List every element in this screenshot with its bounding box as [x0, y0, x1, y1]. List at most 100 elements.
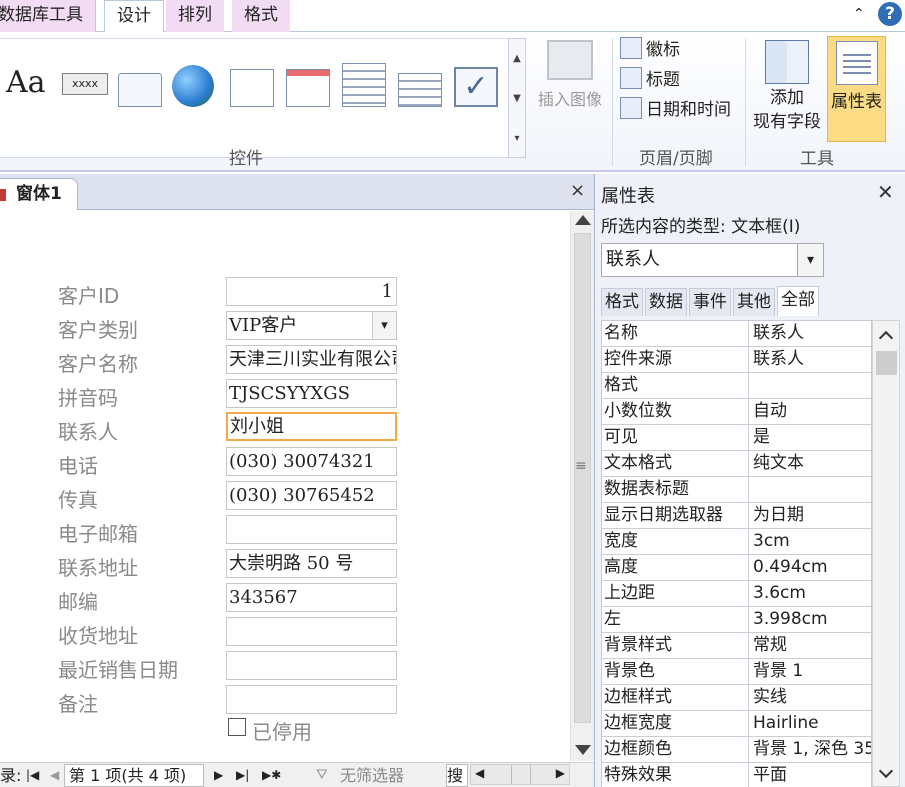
property-row[interactable]: 上边距 3.6cm	[602, 581, 871, 607]
last-record-icon[interactable]: ▶|	[236, 763, 249, 787]
property-row[interactable]: 显示日期选取器 为日期	[602, 503, 871, 529]
field-email[interactable]	[226, 515, 397, 544]
property-value[interactable]: 为日期	[748, 503, 871, 528]
property-value[interactable]	[748, 477, 871, 502]
button-control-icon[interactable]: xxxx	[62, 73, 108, 95]
field-address[interactable]: 大崇明路 50 号	[226, 549, 397, 578]
gallery-more-icon[interactable]: ▾	[509, 119, 525, 159]
form-horizontal-scrollbar[interactable]: ◀ ▶	[470, 764, 570, 785]
navigation-control-icon[interactable]	[286, 69, 330, 107]
property-row[interactable]: 控件来源 联系人	[602, 347, 871, 373]
property-row[interactable]: 格式	[602, 373, 871, 399]
field-notes[interactable]	[226, 685, 397, 714]
field-pinyin[interactable]: TJSCSYYXGS	[226, 379, 397, 408]
property-value[interactable]: 背景 1, 深色 35%	[748, 737, 871, 762]
gallery-up-icon[interactable]: ▲	[509, 39, 525, 79]
tab-control-icon[interactable]	[118, 73, 162, 107]
scroll-thumb[interactable]	[876, 351, 897, 375]
property-sheet-button[interactable]: 属性表	[827, 36, 886, 142]
current-record-box[interactable]: 第 1 项(共 4 项)	[64, 764, 204, 787]
no-filter-indicator[interactable]: 无筛选器	[340, 763, 404, 787]
form-vertical-scrollbar[interactable]	[570, 211, 594, 761]
new-record-icon[interactable]: ▶✱	[262, 763, 281, 787]
search-input[interactable]: 搜	[446, 764, 468, 787]
ps-tab-format[interactable]: 格式	[601, 288, 643, 316]
property-row[interactable]: 左 3.998cm	[602, 607, 871, 633]
property-value[interactable]: 0.494cm	[748, 555, 871, 580]
previous-record-icon[interactable]: ◀	[50, 763, 59, 787]
gallery-scrollbar[interactable]: ▲ ▼ ▾	[508, 38, 526, 158]
chevron-down-icon[interactable]: ▾	[797, 244, 823, 276]
close-document-icon[interactable]: ×	[570, 180, 585, 201]
field-customer-id[interactable]: 1	[226, 277, 397, 306]
property-value[interactable]: 平面	[748, 763, 871, 787]
property-row[interactable]: 文本格式 纯文本	[602, 451, 871, 477]
splitter-grip-icon[interactable]: ≡	[575, 458, 587, 474]
field-customer-category[interactable]: VIP客户 ▾	[226, 311, 397, 340]
property-value[interactable]: 常规	[748, 633, 871, 658]
add-existing-fields-button[interactable]: 添加 现有字段	[749, 38, 825, 142]
property-value[interactable]: Hairline	[748, 711, 871, 736]
tab-design[interactable]: 设计	[104, 0, 164, 33]
property-value[interactable]: 纯文本	[748, 451, 871, 476]
tab-arrange[interactable]: 排列	[166, 0, 224, 32]
property-row[interactable]: 宽度 3cm	[602, 529, 871, 555]
scroll-up-icon[interactable]	[575, 215, 591, 225]
field-customer-name[interactable]: 天津三川实业有限公司	[226, 345, 397, 374]
horizontal-scroll-thumb[interactable]	[511, 765, 531, 784]
tab-database-tools[interactable]: 数据库工具	[0, 0, 96, 32]
property-value[interactable]: 3.998cm	[748, 607, 871, 632]
property-value[interactable]: 自动	[748, 399, 871, 424]
ps-tab-event[interactable]: 事件	[689, 288, 731, 316]
property-row[interactable]: 背景色 背景 1	[602, 659, 871, 685]
tab-format[interactable]: 格式	[232, 0, 290, 32]
logo-button[interactable]: 徽标	[620, 36, 680, 64]
field-postcode[interactable]: 343567	[226, 583, 397, 612]
ps-tab-all[interactable]: 全部	[777, 286, 819, 316]
property-value[interactable]	[748, 373, 871, 398]
scroll-down-icon[interactable]	[575, 745, 591, 755]
scroll-thumb[interactable]	[574, 233, 591, 723]
property-row[interactable]: 边框颜色 背景 1, 深色 35%	[602, 737, 871, 763]
insert-image-button[interactable]: 插入图像	[530, 38, 610, 138]
field-contact[interactable]: 刘小姐	[226, 412, 397, 441]
property-value[interactable]: 3cm	[748, 529, 871, 554]
scroll-left-icon[interactable]: ◀	[475, 766, 484, 780]
property-row[interactable]: 边框宽度 Hairline	[602, 711, 871, 737]
chevron-down-icon[interactable]: ▾	[372, 312, 396, 339]
property-value[interactable]: 背景 1	[748, 659, 871, 684]
disabled-checkbox[interactable]	[228, 718, 246, 736]
next-record-icon[interactable]: ▶	[214, 763, 223, 787]
option-group-icon[interactable]	[342, 63, 386, 107]
property-value[interactable]: 是	[748, 425, 871, 450]
ps-tab-other[interactable]: 其他	[733, 288, 775, 316]
property-row[interactable]: 背景样式 常规	[602, 633, 871, 659]
first-record-icon[interactable]: |◀	[26, 763, 39, 787]
property-row[interactable]: 可见 是	[602, 425, 871, 451]
property-grid-scrollbar[interactable]	[872, 320, 900, 787]
property-row[interactable]: 名称 联系人	[602, 321, 871, 347]
help-icon[interactable]: ?	[878, 2, 902, 26]
title-button[interactable]: 标题	[620, 66, 680, 94]
field-last-sale-date[interactable]	[226, 651, 397, 680]
property-value[interactable]: 3.6cm	[748, 581, 871, 606]
scroll-up-icon[interactable]	[878, 330, 894, 346]
collapse-ribbon-icon[interactable]: ⌃	[853, 6, 865, 22]
property-row[interactable]: 小数位数 自动	[602, 399, 871, 425]
document-tab-form1[interactable]: 窗体1	[0, 178, 78, 210]
property-row[interactable]: 边框样式 实线	[602, 685, 871, 711]
property-row[interactable]: 高度 0.494cm	[602, 555, 871, 581]
property-value[interactable]: 联系人	[748, 321, 871, 346]
label-control-icon[interactable]: Aa	[6, 65, 52, 111]
property-row[interactable]: 特殊效果 平面	[602, 763, 871, 787]
scroll-right-icon[interactable]: ▶	[556, 766, 565, 780]
ps-tab-data[interactable]: 数据	[645, 288, 687, 316]
web-browser-control-icon[interactable]	[230, 69, 274, 107]
checkbox-control-icon[interactable]: ✓	[454, 67, 498, 107]
field-phone[interactable]: (030) 30074321	[226, 447, 397, 476]
property-row[interactable]: 数据表标题	[602, 477, 871, 503]
date-time-button[interactable]: 日期和时间	[620, 96, 731, 124]
combo-box-control-icon[interactable]	[398, 73, 442, 107]
field-fax[interactable]: (030) 30765452	[226, 481, 397, 510]
property-value[interactable]: 实线	[748, 685, 871, 710]
